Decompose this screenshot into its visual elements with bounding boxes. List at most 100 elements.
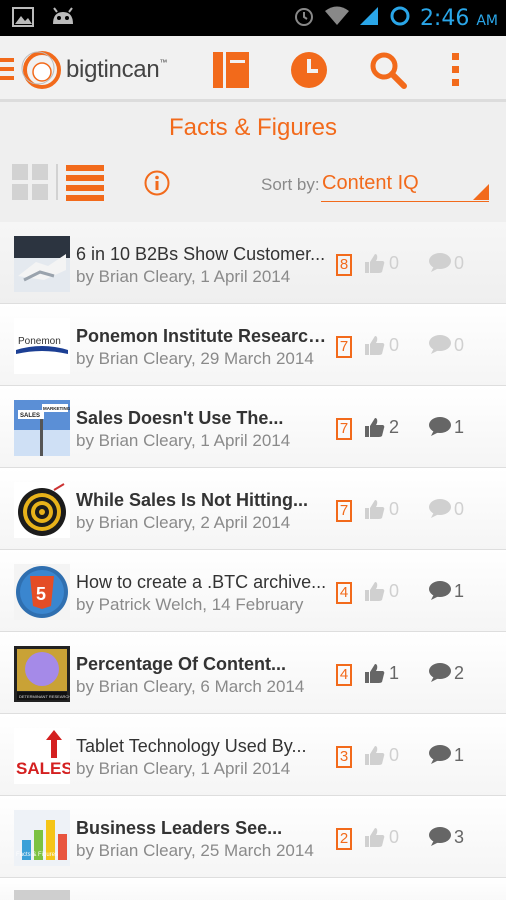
overflow-menu-icon[interactable] — [446, 50, 466, 90]
like-count: 0 — [389, 827, 400, 847]
comment-count: 0 — [454, 253, 465, 273]
like-icon[interactable] — [364, 826, 386, 848]
like-icon[interactable] — [364, 662, 386, 684]
thumbnail-image: Facts & Figures — [14, 810, 70, 866]
like-icon[interactable] — [364, 334, 386, 356]
comment-count: 1 — [454, 417, 465, 437]
signal-icon — [358, 5, 380, 32]
comment-icon[interactable] — [428, 826, 452, 848]
like-count: 2 — [389, 417, 400, 437]
item-title: How to create a .BTC archive... — [76, 572, 327, 592]
list-item[interactable]: 5 How to create a .BTC archive... by Pat… — [0, 550, 506, 632]
search-icon[interactable] — [368, 50, 408, 90]
comment-icon[interactable] — [428, 498, 452, 520]
item-meta: by Brian Cleary, 6 March 2014 — [76, 677, 305, 696]
view-toolbar: Sort by: Content IQ — [0, 152, 506, 222]
svg-text:SALES: SALES — [20, 413, 40, 419]
list-view-icon[interactable] — [66, 165, 104, 201]
alarm-icon — [292, 4, 316, 33]
thumbnail-image: SALES — [14, 728, 70, 784]
item-meta: by Brian Cleary, 29 March 2014 — [76, 349, 314, 368]
list-item[interactable]: SALES Tablet Technology Used By... by Br… — [0, 714, 506, 796]
clock: 2:46 AM — [419, 5, 498, 31]
dropdown-arrow-icon — [473, 184, 489, 200]
item-meta: by Brian Cleary, 25 March 2014 — [76, 841, 314, 860]
item-title: 6 in 10 B2Bs Show Customer... — [76, 244, 326, 264]
item-title: While Sales Is Not Hitting... — [76, 490, 309, 510]
list-item[interactable]: 6 in 10 B2Bs Show Customer... by Brian C… — [0, 222, 506, 304]
thumbnail-image — [14, 482, 70, 538]
wifi-icon — [324, 5, 350, 32]
item-title: Sales Doesn't Use The... — [76, 408, 284, 428]
status-bar: 2:46 AM — [0, 0, 506, 36]
like-count: 0 — [389, 335, 400, 355]
list-item[interactable]: DETERMINANT RESEARCH Percentage Of Conte… — [0, 632, 506, 714]
content-iq-badge: 4 — [336, 582, 352, 604]
thumbnail-image: SALES MARKETING — [14, 400, 70, 456]
item-meta: by Brian Cleary, 2 April 2014 — [76, 513, 291, 532]
svg-text:SALES: SALES — [16, 759, 70, 778]
svg-text:Facts & Figures: Facts & Figures — [16, 852, 58, 858]
comment-icon[interactable] — [428, 744, 452, 766]
action-bar: bigtincan™ — [0, 36, 506, 102]
list-item[interactable]: While Sales Is Not Hitting... by Brian C… — [0, 468, 506, 550]
grid-view-icon[interactable] — [12, 164, 48, 200]
thumbnail-image: DETERMINANT RESEARCH — [14, 646, 70, 702]
item-meta: by Brian Cleary, 1 April 2014 — [76, 431, 291, 450]
content-list: 6 in 10 B2Bs Show Customer... by Brian C… — [0, 222, 506, 900]
sort-value: Content IQ — [322, 172, 419, 194]
brand-name: bigtincan™ — [66, 56, 168, 83]
comment-count: 0 — [454, 335, 465, 355]
like-count: 0 — [389, 253, 400, 273]
android-icon — [50, 6, 76, 33]
like-icon[interactable] — [364, 580, 386, 602]
like-count: 0 — [389, 499, 400, 519]
content-iq-badge: 8 — [336, 254, 352, 276]
svg-text:MARKETING: MARKETING — [43, 406, 70, 411]
svg-text:5: 5 — [36, 584, 46, 604]
thumbnail-image — [14, 890, 70, 900]
list-item[interactable]: SALES MARKETING Sales Doesn't Use The... … — [0, 386, 506, 468]
library-icon[interactable] — [211, 50, 251, 90]
comment-count: 0 — [454, 499, 465, 519]
thumbnail-image: Ponemon — [14, 318, 70, 374]
page-title: Facts & Figures — [168, 114, 338, 141]
info-icon[interactable] — [144, 170, 170, 201]
sort-label: Sort by: — [261, 175, 320, 194]
divider — [56, 164, 58, 200]
sync-icon — [388, 4, 412, 33]
recent-icon[interactable] — [289, 50, 329, 90]
list-item[interactable]: Facts & Figures Business Leaders See... … — [0, 796, 506, 878]
content-iq-badge: 4 — [336, 664, 352, 686]
like-icon[interactable] — [364, 252, 386, 274]
svg-text:Ponemon: Ponemon — [18, 336, 61, 347]
like-icon[interactable] — [364, 416, 386, 438]
like-count: 0 — [389, 745, 400, 765]
content-iq-badge: 7 — [336, 336, 352, 358]
comment-icon[interactable] — [428, 334, 452, 356]
thumbnail-image — [14, 236, 70, 292]
comment-icon[interactable] — [428, 662, 452, 684]
item-title: Tablet Technology Used By... — [76, 736, 307, 756]
thumbnail-image: 5 — [14, 564, 70, 620]
comment-count: 2 — [454, 663, 465, 683]
item-meta: by Brian Cleary, 1 April 2014 — [76, 759, 291, 778]
sort-dropdown[interactable]: Content IQ — [321, 170, 489, 202]
image-icon — [12, 6, 34, 33]
comment-count: 1 — [454, 581, 465, 601]
list-item[interactable]: Ponemon Ponemon Institute Research... by… — [0, 304, 506, 386]
title-bar: Facts & Figures — [0, 102, 506, 152]
comment-icon[interactable] — [428, 580, 452, 602]
comment-icon[interactable] — [428, 252, 452, 274]
content-iq-badge: 7 — [336, 500, 352, 522]
like-icon[interactable] — [364, 498, 386, 520]
like-count: 0 — [389, 581, 400, 601]
item-meta: by Brian Cleary, 1 April 2014 — [76, 267, 291, 286]
list-item[interactable] — [0, 878, 506, 900]
like-icon[interactable] — [364, 744, 386, 766]
svg-text:DETERMINANT RESEARCH: DETERMINANT RESEARCH — [19, 694, 70, 699]
logo-icon[interactable] — [18, 48, 62, 92]
item-title: Business Leaders See... — [76, 818, 283, 838]
drawer-menu-icon[interactable] — [0, 58, 14, 80]
comment-icon[interactable] — [428, 416, 452, 438]
